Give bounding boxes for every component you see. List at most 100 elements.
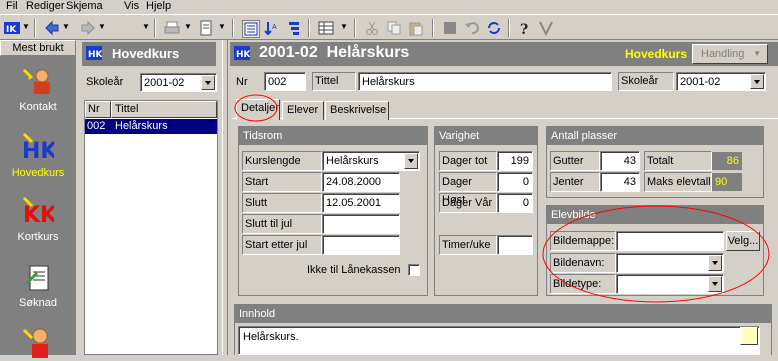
- gutter-label: Gutter: [550, 151, 600, 171]
- start-label: Start: [242, 172, 322, 192]
- chevron-down-icon[interactable]: [750, 74, 764, 89]
- nav-item-person[interactable]: [0, 326, 76, 361]
- menu-vis[interactable]: Vis: [124, 0, 139, 12]
- menu-rediger[interactable]: Rediger: [26, 0, 65, 12]
- chevron-down-icon[interactable]: ▼: [142, 22, 150, 31]
- list-panel-title: Hovedkurs: [112, 46, 180, 61]
- nav-item-label: Kontakt: [19, 101, 57, 113]
- kurslengde-select[interactable]: Helårskurs: [322, 151, 420, 171]
- timer-uke-label: Timer/uke: [439, 235, 497, 255]
- maks-elevtall-value: 90: [712, 173, 742, 191]
- toolbar-separator: [354, 19, 356, 37]
- expand-button[interactable]: [740, 327, 758, 345]
- toolbar-separator: [508, 19, 510, 37]
- tab-beskrivelse[interactable]: Beskrivelse: [325, 101, 389, 120]
- nav-item-kontakt[interactable]: Kontakt: [0, 66, 76, 113]
- app-logo-icon[interactable]: IK: [4, 20, 20, 36]
- varighet-title: Varighet: [435, 127, 537, 145]
- toolbar-separator: [34, 19, 36, 37]
- hk-icon: HK: [22, 132, 54, 164]
- start-etter-jul-field[interactable]: [322, 235, 400, 255]
- nav-item-kortkurs[interactable]: KK Kortkurs: [0, 196, 76, 243]
- nav-item-soknad[interactable]: Søknad: [0, 262, 76, 309]
- tab-elever[interactable]: Elever: [282, 101, 324, 120]
- dager-tot-field[interactable]: 199: [497, 151, 533, 171]
- nav-item-hovedkurs[interactable]: HK Hovedkurs: [0, 132, 76, 179]
- start-field[interactable]: 24.08.2000: [322, 172, 400, 192]
- paste-icon[interactable]: [408, 20, 424, 36]
- skolear-label: Skoleår: [621, 75, 659, 87]
- totalt-value: 86: [712, 152, 742, 170]
- innhold-textarea[interactable]: Helårskurs.: [238, 326, 760, 355]
- cut-icon[interactable]: [364, 20, 380, 36]
- dager-host-label: Dager Høst: [439, 172, 497, 206]
- toolbar-separator: [232, 19, 234, 37]
- timer-uke-field[interactable]: [497, 235, 533, 255]
- list-panel-header: HK Hovedkurs: [82, 42, 216, 66]
- jenter-label: Jenter: [550, 172, 600, 192]
- hk-icon: HK: [86, 46, 102, 60]
- col-header-nr[interactable]: Nr: [85, 101, 111, 118]
- table-row[interactable]: 002 Helårskurs: [85, 119, 217, 134]
- skolear-select[interactable]: 2001-02: [676, 72, 766, 91]
- chevron-down-icon[interactable]: [404, 153, 418, 169]
- refresh-icon[interactable]: [486, 20, 502, 36]
- nav-item-label: Kortkurs: [17, 231, 59, 243]
- jenter-field[interactable]: 43: [600, 172, 640, 192]
- copy-icon[interactable]: [386, 20, 402, 36]
- slutt-field[interactable]: 12.05.2001: [322, 193, 400, 213]
- chevron-down-icon[interactable]: ▼: [98, 22, 106, 31]
- lanekassen-checkbox[interactable]: [408, 264, 420, 276]
- tidsrom-title: Tidsrom: [239, 127, 427, 145]
- application-icon: [26, 265, 49, 291]
- nr-field[interactable]: 002: [264, 72, 306, 91]
- forward-arrow-icon[interactable]: [80, 20, 96, 36]
- toolbar-separator: [432, 19, 434, 37]
- shortcut-bar-header[interactable]: Mest brukt: [0, 40, 76, 56]
- stop-icon[interactable]: [442, 20, 458, 36]
- table-icon[interactable]: [318, 20, 334, 36]
- course-list[interactable]: [84, 100, 218, 355]
- filter-icon[interactable]: [286, 20, 302, 36]
- dager-var-field[interactable]: 0: [497, 193, 533, 213]
- cell-tittel: Helårskurs: [115, 120, 168, 132]
- chevron-down-icon[interactable]: ▼: [218, 22, 226, 31]
- kk-icon: KK: [22, 196, 54, 228]
- menu-fil[interactable]: Fil: [6, 0, 18, 12]
- nav-item-label: Søknad: [19, 297, 57, 309]
- whats-this-icon[interactable]: [538, 20, 554, 36]
- contact-icon: [22, 68, 50, 94]
- skolear-select[interactable]: 2001-02: [140, 73, 217, 92]
- dager-tot-label: Dager tot: [439, 151, 497, 171]
- back-arrow-icon[interactable]: [44, 20, 60, 36]
- totalt-label: Totalt: [644, 151, 712, 171]
- menu-bar: Fil Rediger Skjema Vis Hjelp: [0, 0, 778, 14]
- tittel-label-box: Tittel: [312, 72, 356, 91]
- skolear-label: Skoleår: [86, 76, 124, 88]
- menu-skjema[interactable]: Skjema: [66, 0, 103, 12]
- chevron-down-icon[interactable]: [201, 75, 215, 90]
- handling-button[interactable]: Handling ▼: [692, 44, 768, 64]
- tittel-field[interactable]: Helårskurs: [358, 72, 612, 91]
- document-icon[interactable]: [198, 20, 214, 36]
- slutt-til-jul-label: Slutt til jul: [242, 214, 322, 234]
- skolear-label-box: Skoleår: [618, 72, 674, 91]
- svg-text:IK: IK: [6, 25, 17, 35]
- gutter-field[interactable]: 43: [600, 151, 640, 171]
- dager-host-field[interactable]: 0: [497, 172, 533, 192]
- help-icon[interactable]: ?: [516, 20, 532, 36]
- toolbar: IK ▼ ▼ ▼ ▼ ▼ ▼ A ▼ ?: [0, 14, 778, 40]
- chevron-down-icon[interactable]: ▼: [22, 22, 30, 31]
- chevron-down-icon[interactable]: ▼: [340, 22, 348, 31]
- col-header-tittel[interactable]: Tittel: [111, 101, 217, 118]
- sort-icon[interactable]: A: [264, 20, 280, 36]
- chevron-down-icon[interactable]: ▼: [184, 22, 192, 31]
- form-view-icon[interactable]: [242, 20, 260, 38]
- hk-icon: HK: [234, 46, 250, 60]
- print-icon[interactable]: [164, 20, 180, 36]
- splitter[interactable]: [222, 40, 228, 355]
- undo-icon[interactable]: [464, 20, 480, 36]
- chevron-down-icon[interactable]: ▼: [62, 22, 70, 31]
- slutt-til-jul-field[interactable]: [322, 214, 400, 234]
- menu-hjelp[interactable]: Hjelp: [146, 0, 171, 12]
